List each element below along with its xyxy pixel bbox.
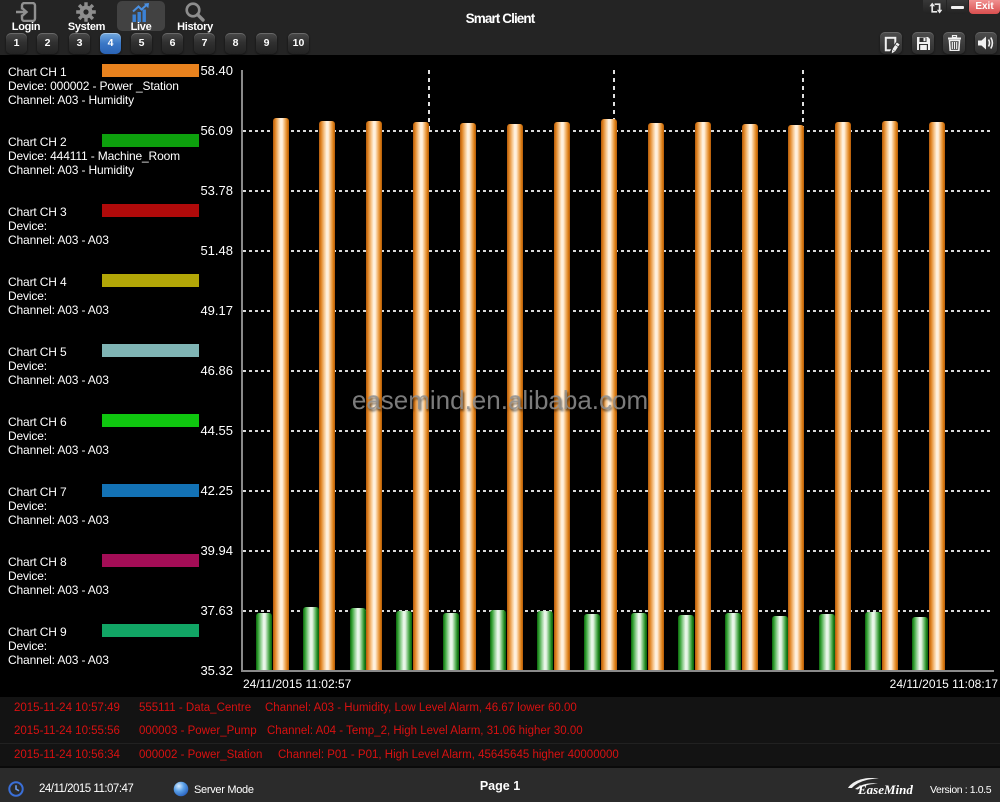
svg-text:EaseMind: EaseMind bbox=[857, 782, 913, 797]
